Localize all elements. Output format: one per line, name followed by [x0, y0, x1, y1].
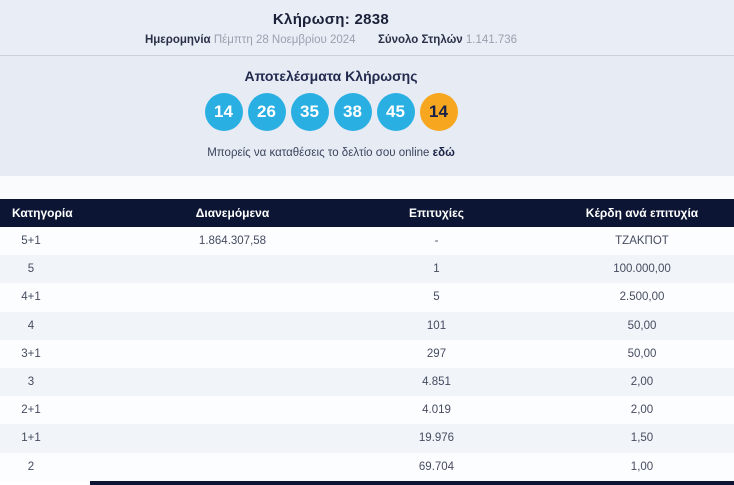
cell-winners: 4.851 — [422, 376, 451, 389]
table-row: 3 4.851 2,00 — [0, 367, 734, 397]
cell-winners: 5 — [433, 291, 440, 304]
header-cell-prize: Κέρδη ανά επιτυχία — [585, 206, 699, 220]
table-row: 2 69.704 1,00 — [0, 452, 734, 481]
columns-total-label: Σύνολο Στηλών — [377, 34, 463, 46]
joker-ball: 14 — [419, 93, 458, 131]
cell-prize: 2.500,00 — [619, 291, 665, 304]
cell-category: 4 — [27, 319, 35, 332]
cell-prize: 1,50 — [630, 432, 654, 445]
cell-category: 4+1 — [21, 291, 41, 304]
footer-bar — [90, 481, 734, 485]
cell-category: 2 — [27, 460, 35, 473]
cell-prize: ΤΖΑΚΠΟΤ — [615, 235, 669, 248]
draw-subtitle: Ημερομηνία Πέμπτη 28 Νοεμβρίου 2024 Σύνο… — [0, 34, 662, 46]
number-ball: 14 — [204, 93, 243, 131]
number-ball: 26 — [247, 93, 286, 131]
cell-prize: 2,00 — [630, 376, 654, 389]
draw-title: Κλήρωση: 2838 — [272, 11, 390, 28]
results-panel: Αποτελέσματα Κλήρωσης 14 26 35 38 45 14 Μπορε… — [0, 56, 734, 176]
date-value: Πέμπτη 28 Νοεμβρίου 2024 — [213, 34, 356, 46]
header-cell-category: Κατηγορία — [12, 206, 73, 220]
columns-total-value: 1.141.736 — [465, 34, 518, 46]
cell-winners: 101 — [426, 319, 447, 332]
table-row: 2+1 4.019 2,00 — [0, 396, 734, 425]
number-ball: 38 — [333, 93, 372, 131]
cell-prize: 50,00 — [627, 347, 657, 360]
header-cell-distributed: Διανεμόμενα — [195, 206, 270, 220]
cell-distributed: 1.864.307,58 — [198, 235, 267, 248]
cell-winners: 19.976 — [418, 432, 455, 445]
cell-category: 3 — [27, 376, 35, 389]
table-header: Κατηγορία Διανεμόμενα Επιτυχίες Κέρδη αν… — [0, 199, 734, 227]
results-table: Κατηγορία Διανεμόμενα Επιτυχίες Κέρδη αν… — [0, 199, 734, 481]
cell-prize: 2,00 — [630, 404, 654, 417]
cell-winners: 4.019 — [422, 404, 451, 417]
cell-prize: 50,00 — [627, 319, 657, 332]
table-row: 5 1 100.000,00 — [0, 255, 734, 284]
table-row: 4 101 50,00 — [0, 311, 734, 340]
table-row: 5+1 1.864.307,58 - ΤΖΑΚΠΟΤ — [0, 227, 734, 256]
draw-info-band: Κλήρωση: 2838 Ημερομηνία Πέμπτη 28 Νοεμβ… — [0, 0, 734, 56]
winning-numbers: 14 26 35 38 45 14 — [0, 93, 662, 131]
results-heading: Αποτελέσματα Κλήρωσης — [244, 68, 418, 84]
cell-category: 2+1 — [21, 404, 41, 417]
cell-prize: 1,00 — [630, 460, 654, 473]
table-body: 5+1 1.864.307,58 - ΤΖΑΚΠΟΤ 5 1 100.000,00 4+1 5 2… — [0, 227, 734, 481]
table-row: 3+1 297 50,00 — [0, 339, 734, 368]
number-ball: 35 — [290, 93, 329, 131]
cell-winners: 1 — [433, 263, 440, 276]
submit-caption-text: Μπορείς να καταθέσεις το δελτίο σου onli… — [207, 147, 430, 159]
submit-link[interactable]: εδώ — [433, 147, 455, 159]
cell-category: 1+1 — [21, 432, 41, 445]
table-row: 1+1 19.976 1,50 — [0, 424, 734, 453]
cell-category: 5+1 — [21, 235, 41, 248]
date-label: Ημερομηνία — [144, 34, 211, 46]
number-ball: 45 — [376, 93, 415, 131]
cell-winners: 297 — [426, 347, 447, 360]
cell-prize: 100.000,00 — [613, 263, 671, 276]
spacer — [0, 176, 734, 199]
cell-winners: - — [434, 235, 439, 248]
header-cell-winners: Επιτυχίες — [408, 206, 465, 220]
submit-caption: Μπορείς να καταθέσεις το δελτίο σου onli… — [0, 147, 662, 159]
cell-category: 5 — [27, 263, 35, 276]
cell-winners: 69.704 — [418, 460, 455, 473]
cell-category: 3+1 — [21, 347, 41, 360]
table-row: 4+1 5 2.500,00 — [0, 283, 734, 312]
